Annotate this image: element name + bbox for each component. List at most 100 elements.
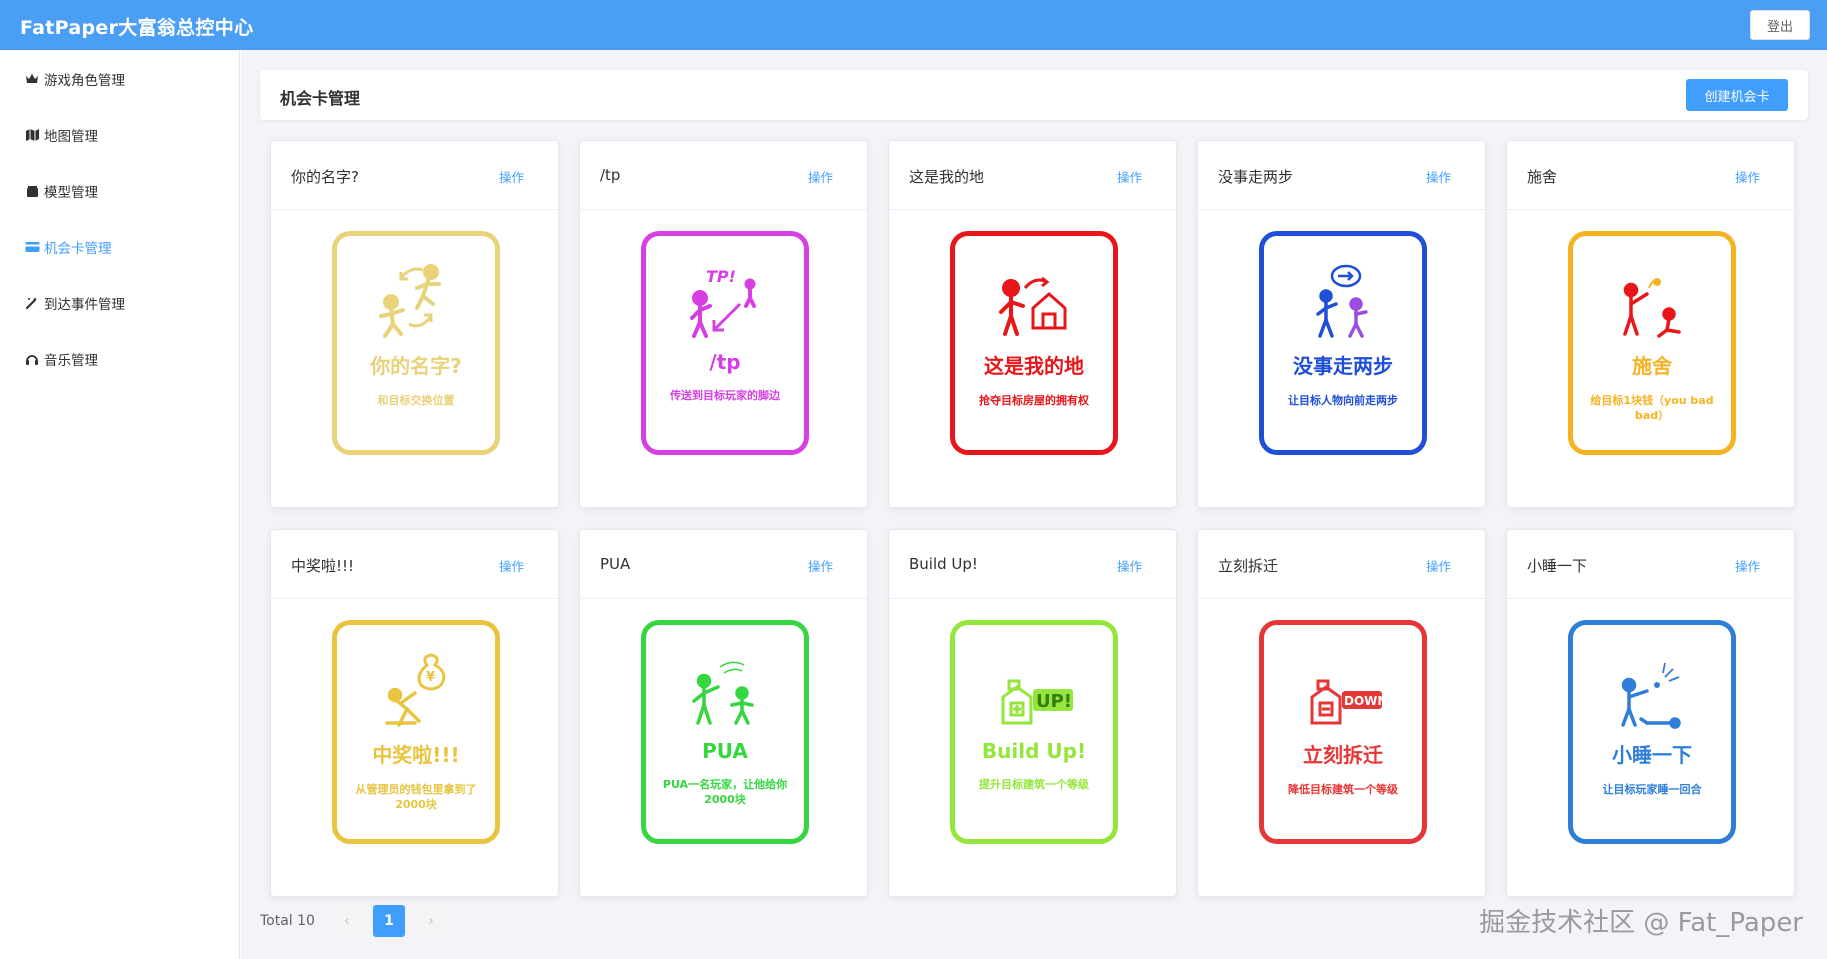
chance-card-preview: 小睡一下 让目标玩家睡一回合 [1568, 620, 1736, 844]
chance-card-desc: 传送到目标玩家的脚边 [670, 389, 780, 402]
chance-card-item: 立刻拆迁 操作 DOWN! 立刻拆迁 降低目标建筑一个等级 [1197, 529, 1486, 897]
sidebar-item-music[interactable]: 音乐管理 [24, 347, 98, 371]
chance-card-item: 施舍 操作 施舍 给目标1块钱（you bad bad） [1506, 140, 1795, 508]
main-content: 机会卡管理 创建机会卡 你的名字? 操作 你的名字? 和目标交换位置 /tp 操… [241, 50, 1827, 959]
chance-card-desc: 抢夺目标房屋的拥有权 [979, 394, 1089, 407]
chance-card-desc: 和目标交换位置 [377, 394, 455, 407]
pua-figures-icon [692, 661, 754, 725]
map-icon [24, 127, 40, 143]
watermark: 掘金技术社区 @ Fat_Paper [1479, 908, 1803, 938]
sleep-figures-icon [1621, 662, 1681, 729]
claim-house-icon [999, 276, 1067, 336]
card-title: 施舍 [1527, 168, 1558, 186]
app-title: FatPaper大富翁总控中心 [20, 17, 254, 39]
card-operation-link[interactable]: 操作 [499, 167, 524, 186]
next-page-button[interactable]: › [414, 905, 447, 937]
chance-card-name: Build Up! [981, 739, 1087, 763]
top-bar: FatPaper大富翁总控中心 登出 [0, 0, 1827, 50]
sidebar-item-characters[interactable]: 游戏角色管理 [24, 67, 125, 91]
page-title: 机会卡管理 [280, 89, 361, 108]
swap-figures-icon [379, 264, 441, 338]
chance-card-preview: 这是我的地 抢夺目标房屋的拥有权 [950, 231, 1118, 455]
chance-card-preview: 施舍 给目标1块钱（you bad bad） [1568, 231, 1736, 455]
chance-card-name: /tp [709, 350, 741, 374]
chance-card-item: PUA 操作 PUA PUA一名玩家，让他给你2000块 [579, 529, 868, 897]
chance-card-preview: 没事走两步 让目标人物向前走两步 [1259, 231, 1427, 455]
chance-card-preview: TP! /tp 传送到目标玩家的脚边 [641, 231, 809, 455]
teleport-figure-icon: TP! [690, 267, 756, 338]
chance-card-name: 小睡一下 [1612, 743, 1692, 767]
sidebar-item-label: 机会卡管理 [44, 241, 112, 257]
chance-card-item: 没事走两步 操作 没事走两步 让目标人物向前走两步 [1197, 140, 1486, 508]
chance-card-name: 施舍 [1632, 354, 1672, 378]
card-title: 小睡一下 [1527, 557, 1588, 575]
chance-card-item: 这是我的地 操作 这是我的地 抢夺目标房屋的拥有权 [888, 140, 1177, 508]
chance-card-name: 你的名字? [370, 354, 462, 378]
chance-card-name: PUA [702, 739, 748, 763]
sidebar-item-models[interactable]: 模型管理 [24, 179, 98, 203]
chance-card-name: 没事走两步 [1293, 354, 1393, 378]
card-operation-link[interactable]: 操作 [808, 167, 833, 186]
money-bag-icon: ¥ [385, 653, 446, 727]
sidebar-item-label: 模型管理 [44, 185, 98, 201]
chance-card-preview: PUA PUA一名玩家，让他给你2000块 [641, 620, 809, 844]
building-up-icon: UP! [1001, 679, 1073, 725]
building-down-icon: DOWN! [1310, 679, 1388, 725]
box-icon [24, 183, 40, 199]
sidebar-item-label: 游戏角色管理 [44, 73, 125, 89]
card-operation-link[interactable]: 操作 [1735, 167, 1760, 186]
sidebar-item-map[interactable]: 地图管理 [24, 123, 98, 147]
card-operation-link[interactable]: 操作 [1426, 556, 1451, 575]
sidebar-item-arrival-events[interactable]: 到达事件管理 [24, 291, 125, 315]
chance-card-item: Build Up! 操作 UP! Build Up! 提升目标建筑一个等级 [888, 529, 1177, 897]
create-chance-card-button[interactable]: 创建机会卡 [1686, 79, 1788, 111]
sidebar-item-label: 音乐管理 [44, 353, 98, 369]
chance-card-item: 小睡一下 操作 小睡一下 让目标玩家睡一回合 [1506, 529, 1795, 897]
logout-button[interactable]: 登出 [1750, 10, 1810, 40]
chance-card-name: 这是我的地 [984, 354, 1084, 378]
page-number-button[interactable]: 1 [372, 905, 405, 937]
sidebar-item-chance-cards[interactable]: 机会卡管理 [24, 235, 112, 259]
pagination-total: Total 10 [260, 913, 315, 929]
chance-card-name: 立刻拆迁 [1303, 743, 1383, 767]
headphones-icon [24, 351, 40, 367]
chance-card-desc: 从管理员的钱包里拿到了2000块 [355, 783, 477, 811]
chance-card-desc: 给目标1块钱（you bad bad） [1590, 394, 1714, 422]
chance-card-preview: DOWN! 立刻拆迁 降低目标建筑一个等级 [1259, 620, 1427, 844]
card-title: /tp [600, 166, 621, 184]
chance-card-item: /tp 操作 TP! /tp 传送到目标玩家的脚边 [579, 140, 868, 508]
chance-card-desc: 提升目标建筑一个等级 [979, 778, 1089, 791]
chance-card-preview: 你的名字? 和目标交换位置 [332, 231, 500, 455]
svg-text:¥: ¥ [426, 670, 435, 685]
card-operation-link[interactable]: 操作 [808, 556, 833, 575]
svg-text:DOWN!: DOWN! [1344, 694, 1388, 708]
chance-card-item: 中奖啦!!! 操作 ¥ 中奖啦!!! 从管理员的钱包里拿到了2000块 [270, 529, 559, 897]
pagination: Total 10 ‹ 1 › [260, 905, 457, 937]
chance-card-desc: 降低目标建筑一个等级 [1288, 783, 1398, 796]
chance-card-desc: PUA一名玩家，让他给你2000块 [662, 778, 788, 806]
card-operation-link[interactable]: 操作 [499, 556, 524, 575]
card-title: 你的名字? [291, 168, 359, 186]
give-coin-icon [1623, 278, 1681, 338]
chance-card-desc: 让目标人物向前走两步 [1288, 394, 1398, 407]
card-title: 这是我的地 [909, 168, 985, 186]
crown-icon [24, 71, 40, 87]
card-operation-link[interactable]: 操作 [1117, 556, 1142, 575]
chance-card-name: 中奖啦!!! [372, 743, 460, 767]
card-operation-link[interactable]: 操作 [1117, 167, 1142, 186]
card-operation-link[interactable]: 操作 [1735, 556, 1760, 575]
magic-wand-icon [24, 295, 40, 311]
card-title: Build Up! [909, 555, 978, 573]
chance-card-item: 你的名字? 操作 你的名字? 和目标交换位置 [270, 140, 559, 508]
chance-card-preview: ¥ 中奖啦!!! 从管理员的钱包里拿到了2000块 [332, 620, 500, 844]
card-title: 没事走两步 [1218, 168, 1294, 186]
chance-card-preview: UP! Build Up! 提升目标建筑一个等级 [950, 620, 1118, 844]
sidebar-item-label: 地图管理 [44, 129, 98, 145]
svg-text:UP!: UP! [1036, 691, 1072, 712]
svg-text:TP!: TP! [706, 267, 736, 286]
card-operation-link[interactable]: 操作 [1426, 167, 1451, 186]
prev-page-button[interactable]: ‹ [330, 905, 363, 937]
card-title: PUA [600, 555, 631, 573]
page-header: 机会卡管理 创建机会卡 [260, 70, 1808, 120]
card-icon [24, 239, 40, 255]
